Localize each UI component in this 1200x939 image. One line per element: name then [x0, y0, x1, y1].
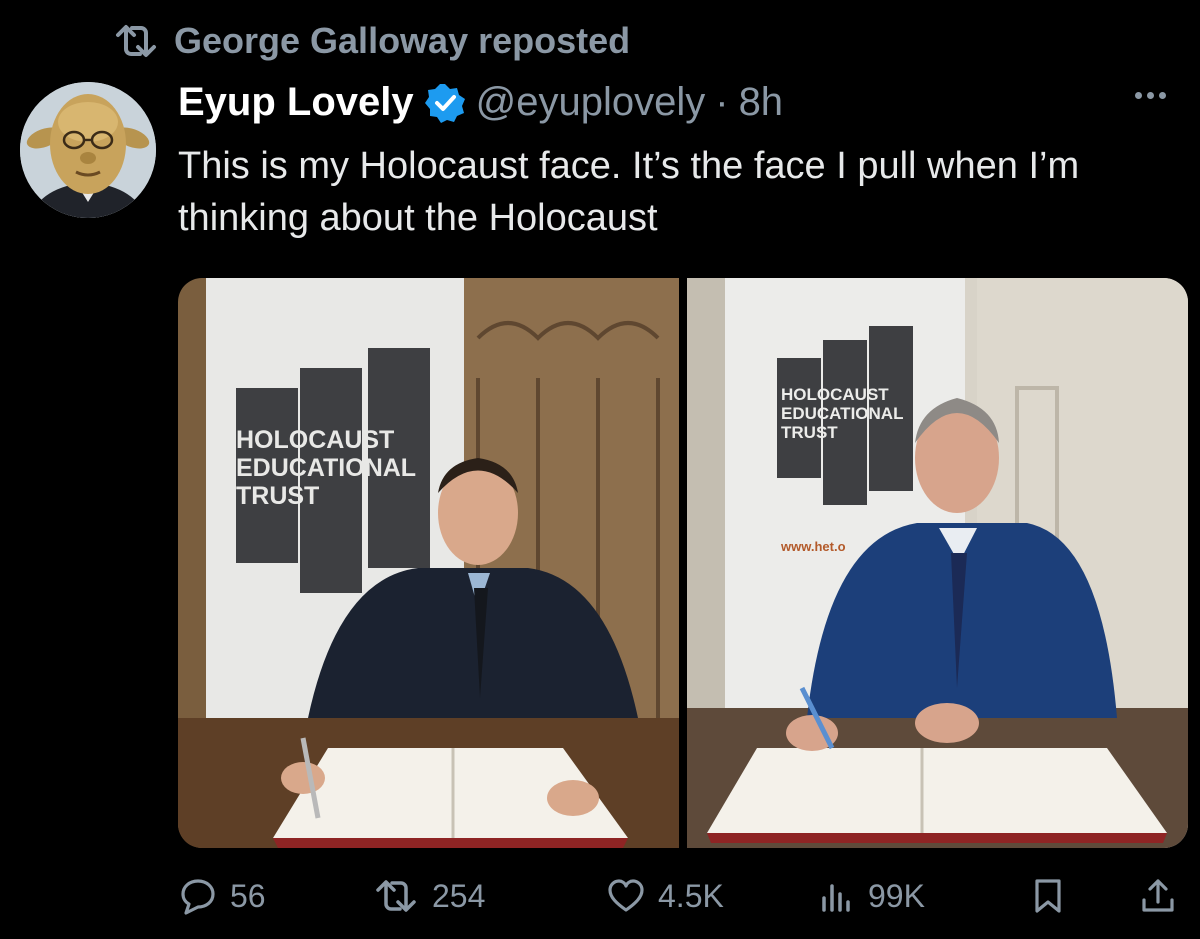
- photo-right[interactable]: HOLOCAUST EDUCATIONAL TRUST www.het.o: [687, 278, 1188, 848]
- right-banner-line3: TRUST: [781, 423, 838, 442]
- bookmark-button[interactable]: [1028, 876, 1068, 916]
- share-button[interactable]: [1138, 876, 1178, 916]
- more-options-icon[interactable]: [1135, 92, 1166, 99]
- avatar[interactable]: [20, 82, 156, 218]
- reply-icon: [181, 879, 215, 915]
- tweet-header: Eyup Lovely @eyuplovely · 8h: [178, 80, 783, 125]
- post-timestamp[interactable]: 8h: [739, 80, 784, 125]
- left-banner-line3: TRUST: [236, 482, 319, 510]
- right-banner-line2: EDUCATIONAL: [781, 404, 903, 423]
- action-bar: 56 254 4.5K 99K: [178, 866, 1188, 926]
- author-name[interactable]: Eyup Lovely: [178, 80, 414, 125]
- bookmark-icon: [1035, 879, 1061, 913]
- repost-icon: [376, 880, 416, 912]
- author-handle[interactable]: @eyuplovely: [476, 80, 706, 125]
- like-count: 4.5K: [658, 877, 724, 914]
- right-banner-line1: HOLOCAUST: [781, 385, 889, 404]
- share-icon: [1142, 879, 1174, 912]
- media-gallery[interactable]: HOLOCAUST EDUCATIONAL TRUST HOLOCAUST ED…: [178, 278, 1188, 848]
- repost-icon: [116, 25, 156, 57]
- reply-count: 56: [230, 877, 266, 914]
- repost-label: George Galloway reposted: [174, 20, 631, 61]
- repost-button[interactable]: 254: [372, 876, 485, 916]
- heart-icon: [608, 879, 644, 912]
- tweet-text: This is my Holocaust face. It’s the face…: [178, 145, 1080, 239]
- repost-indicator[interactable]: George Galloway reposted: [112, 20, 630, 62]
- left-banner-line2: EDUCATIONAL: [236, 454, 416, 482]
- views-icon: [822, 884, 850, 912]
- views-count: 99K: [868, 877, 925, 914]
- views-button[interactable]: 99K: [816, 876, 925, 916]
- reply-button[interactable]: 56: [178, 876, 266, 916]
- like-button[interactable]: 4.5K: [606, 876, 724, 916]
- separator-dot: ·: [715, 80, 729, 124]
- verified-badge-icon: [424, 83, 465, 123]
- right-banner-url: www.het.o: [780, 539, 846, 554]
- left-banner-line1: HOLOCAUST: [236, 426, 394, 454]
- photo-left[interactable]: HOLOCAUST EDUCATIONAL TRUST: [178, 278, 679, 848]
- repost-count: 254: [432, 877, 486, 914]
